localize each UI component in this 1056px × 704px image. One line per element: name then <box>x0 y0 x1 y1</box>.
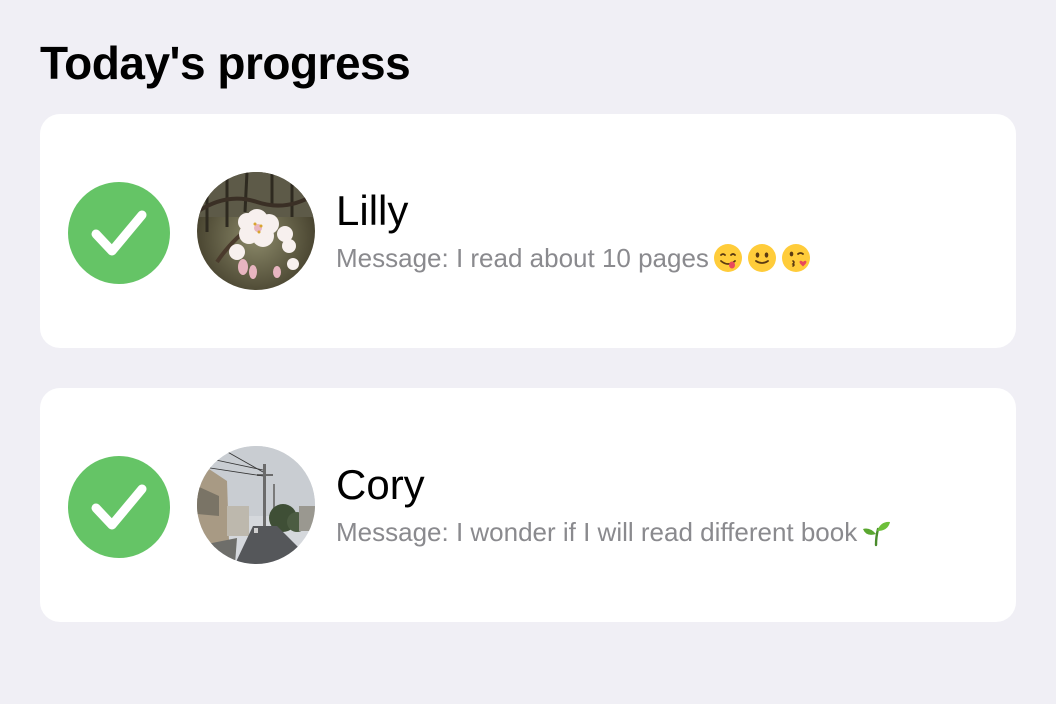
progress-card-cory[interactable]: Cory Message: I wonder if I will read di… <box>40 388 1016 622</box>
checkmark-circle-icon <box>68 182 170 284</box>
slightly-smiling-face-emoji <box>747 243 777 273</box>
avatar[interactable] <box>197 446 315 564</box>
page-title: Today's progress <box>40 37 411 89</box>
message-text: Message: I wonder if I will read differe… <box>336 517 858 547</box>
user-message: Message: I read about 10 pages <box>336 243 811 273</box>
checkmark-circle-icon <box>68 456 170 558</box>
user-name: Cory <box>336 461 425 508</box>
progress-card-lilly[interactable]: Lilly Message: I read about 10 pages <box>40 114 1016 348</box>
message-text: Message: I read about 10 pages <box>336 243 709 273</box>
avatar[interactable] <box>197 172 315 290</box>
user-name: Lilly <box>336 187 409 234</box>
seedling-emoji <box>861 517 891 547</box>
face-savoring-food-emoji <box>713 243 743 273</box>
user-message: Message: I wonder if I will read differe… <box>336 517 891 547</box>
face-blowing-kiss-emoji <box>781 243 811 273</box>
